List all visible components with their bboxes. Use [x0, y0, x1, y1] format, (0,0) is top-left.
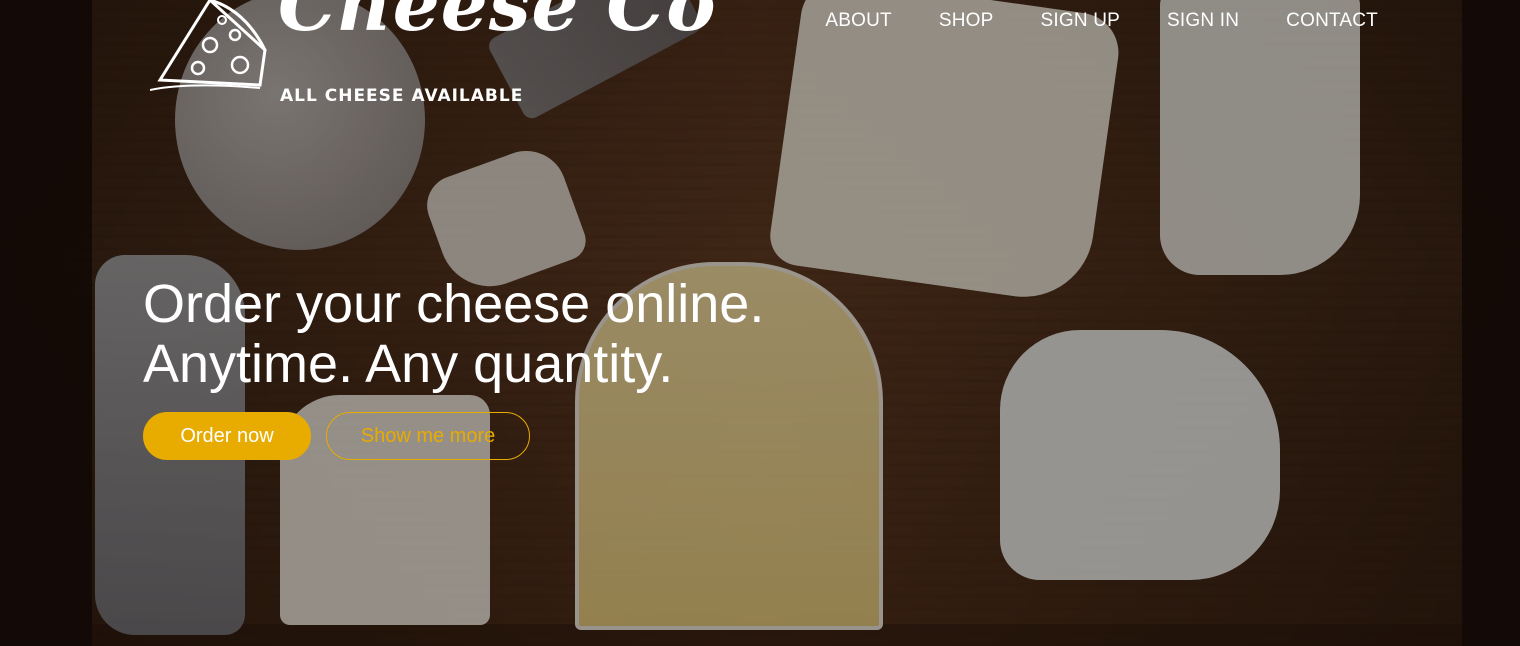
- cheese-wedge-icon: [150, 0, 267, 91]
- nav-link-shop[interactable]: SHOP: [939, 10, 994, 32]
- hero-headline-line-1: Order your cheese online.: [143, 274, 765, 334]
- nav-link-sign-up[interactable]: SIGN UP: [1041, 10, 1121, 32]
- nav-link-about[interactable]: ABOUT: [825, 10, 891, 32]
- show-me-more-button[interactable]: Show me more: [326, 412, 530, 460]
- nav-link-sign-in[interactable]: SIGN IN: [1167, 10, 1239, 32]
- main-nav: ABOUT SHOP SIGN UP SIGN IN CONTACT: [825, 10, 1378, 32]
- order-now-button[interactable]: Order now: [143, 412, 311, 460]
- brand-tagline: ALL CHEESE AVAILABLE: [280, 86, 524, 106]
- hero-headline: Order your cheese online. Anytime. Any q…: [143, 274, 764, 394]
- brand-name: Cheese Co: [278, 0, 717, 48]
- nav-link-contact[interactable]: CONTACT: [1286, 10, 1378, 32]
- hero-section: Cheese Co ALL CHEESE AVAILABLE ABOUT SHO…: [0, 0, 1520, 646]
- hero-actions: Order now Show me more: [143, 412, 530, 460]
- hero-headline-line-2: Anytime. Any quantity.: [143, 334, 674, 394]
- site-logo[interactable]: Cheese Co ALL CHEESE AVAILABLE: [150, 0, 716, 110]
